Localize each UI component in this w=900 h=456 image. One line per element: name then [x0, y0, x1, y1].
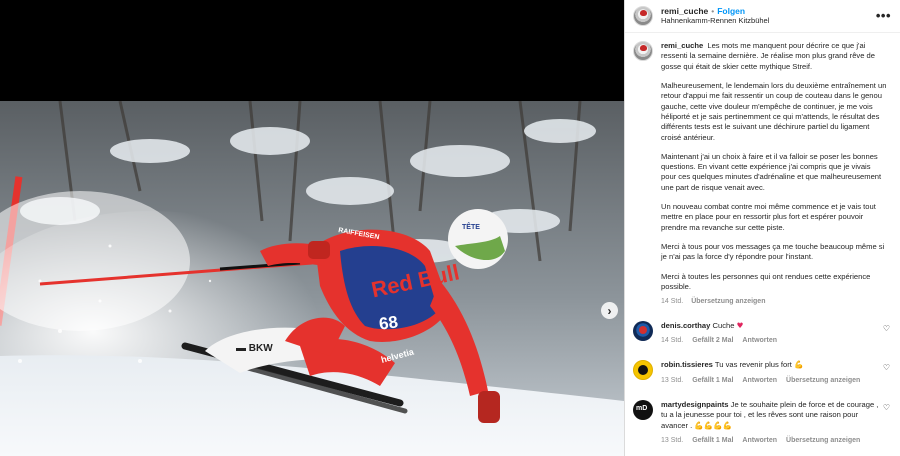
comment-likes[interactable]: Gefällt 2 Mal	[692, 336, 733, 346]
comment-item: robin.tissieres Tu vas revenir plus fort…	[633, 360, 892, 385]
comments-area: remi_cuche Les mots me manquent pour déc…	[625, 33, 900, 446]
commenter-username[interactable]: robin.tissieres	[661, 360, 713, 369]
caption-paragraph: Merci à toutes les personnes qui ont ren…	[661, 271, 871, 291]
comment-time: 13 Std.	[661, 437, 684, 445]
commenter-avatar[interactable]	[633, 320, 653, 341]
caption-username[interactable]: remi_cuche	[661, 41, 703, 50]
post-header: remi_cuche • Folgen Hahnenkamm-Rennen Ki…	[625, 0, 900, 33]
see-translation-link[interactable]: Übersetzung anzeigen	[786, 436, 860, 446]
more-options-button[interactable]: •••	[876, 8, 891, 23]
svg-text:▬ BKW: ▬ BKW	[236, 343, 273, 354]
comment-emoji: 💪💪💪💪	[694, 420, 733, 430]
commenter-username[interactable]: martydesignpaints	[661, 400, 729, 409]
post-media: Red Bull 68 RAIFFEISEN TÊTE ▬ BKW helvet…	[0, 0, 624, 456]
comment-time: 14 Std.	[661, 337, 684, 345]
svg-text:TÊTE: TÊTE	[462, 222, 480, 231]
comment-item: denis.corthay Cuche ♥ 14 Std. Gefällt 2 …	[633, 320, 892, 346]
caption-time: 14 Std.	[661, 298, 684, 306]
like-heart-icon[interactable]: ♡	[883, 324, 890, 333]
caption-paragraph: Maintenant j'ai un choix à faire et il v…	[661, 151, 882, 192]
see-translation-link[interactable]: Übersetzung anzeigen	[786, 376, 860, 386]
comment-emoji: ♥	[736, 320, 744, 330]
comment-time: 13 Std.	[661, 376, 684, 384]
caption-paragraph: Malheureusement, le lendemain lors du de…	[661, 80, 887, 142]
commenter-username[interactable]: denis.corthay	[661, 321, 710, 330]
like-heart-icon[interactable]: ♡	[883, 403, 890, 412]
caption-author-avatar[interactable]	[633, 41, 653, 61]
comment-likes[interactable]: Gefällt 1 Mal	[692, 376, 733, 386]
caption-paragraph: Merci à tous pour vos messages ça me tou…	[661, 242, 885, 262]
comment-text: Cuche	[712, 320, 735, 330]
ski-racer-image: Red Bull 68 RAIFFEISEN TÊTE ▬ BKW helvet…	[0, 101, 624, 456]
commenter-avatar[interactable]	[633, 360, 653, 381]
see-translation-link[interactable]: Übersetzung anzeigen	[691, 297, 765, 307]
reply-button[interactable]: Antworten	[742, 336, 777, 346]
next-media-button[interactable]: ›	[601, 302, 618, 319]
author-avatar[interactable]	[633, 6, 653, 26]
bib-number: 68	[378, 312, 399, 333]
comment-likes[interactable]: Gefällt 1 Mal	[692, 436, 733, 446]
post-photo[interactable]: Red Bull 68 RAIFFEISEN TÊTE ▬ BKW helvet…	[0, 101, 624, 456]
post-side-panel: remi_cuche • Folgen Hahnenkamm-Rennen Ki…	[624, 0, 900, 456]
commenter-avatar[interactable]	[633, 399, 653, 420]
comment-item: martydesignpaints Je te souhaite plein d…	[633, 399, 892, 447]
post-viewer: Red Bull 68 RAIFFEISEN TÊTE ▬ BKW helvet…	[0, 0, 900, 456]
more-horizontal-icon: •••	[875, 8, 891, 23]
comment-text: Tu vas revenir plus fort	[714, 360, 792, 370]
post-caption: remi_cuche Les mots me manquent pour déc…	[633, 41, 892, 307]
comment-emoji: 💪	[793, 360, 804, 370]
post-location[interactable]: Hahnenkamm-Rennen Kitzbühel	[661, 16, 769, 26]
reply-button[interactable]: Antworten	[742, 436, 777, 446]
chevron-right-icon: ›	[607, 303, 612, 318]
like-heart-icon[interactable]: ♡	[883, 363, 890, 372]
caption-paragraph: Un nouveau combat contre moi même commen…	[661, 202, 876, 232]
reply-button[interactable]: Antworten	[742, 376, 777, 386]
